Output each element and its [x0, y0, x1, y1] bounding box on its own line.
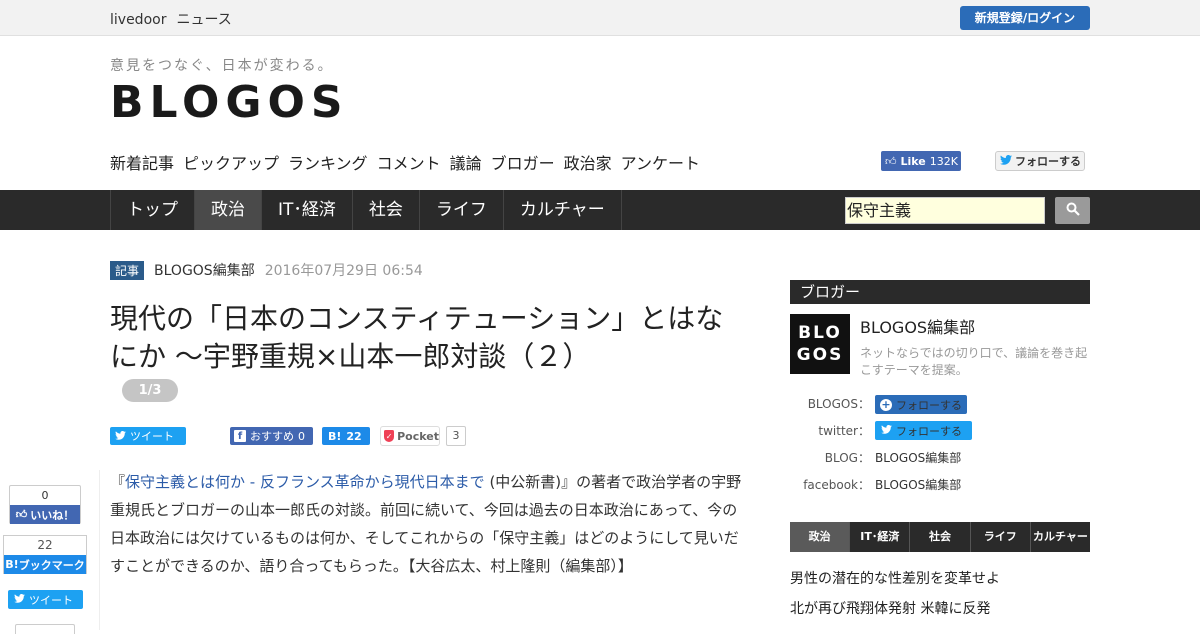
- article-meta: 記事 BLOGOS編集部 2016年07月29日 06:54: [110, 260, 423, 280]
- blog-link[interactable]: BLOGOS編集部: [875, 449, 961, 466]
- blogger-name[interactable]: BLOGOS編集部: [860, 314, 975, 338]
- floating-fb-like-button[interactable]: 👍︎ いいね！: [10, 505, 80, 524]
- hatena-icon: B!: [5, 558, 19, 571]
- facebook-link[interactable]: BLOGOS編集部: [875, 476, 961, 493]
- facebook-key: facebook：: [803, 478, 870, 492]
- floating-fb-like-label: いいね！: [30, 508, 75, 522]
- pocket-button[interactable]: ✓ Pocket: [380, 426, 440, 446]
- sidebar-twitter-follow-label: フォローする: [896, 424, 962, 438]
- article-type-badge: 記事: [110, 260, 145, 280]
- blogos-follow-label: フォローする: [896, 398, 962, 412]
- hatena-bookmark-button[interactable]: B! 22: [322, 427, 370, 445]
- search-input[interactable]: 保守主義: [845, 197, 1045, 224]
- livedoor-brand[interactable]: livedoor ニュース: [110, 9, 242, 29]
- facebook-recommend-button[interactable]: f おすすめ 0: [230, 427, 313, 445]
- twitter-bird-icon: [14, 593, 25, 606]
- sidebar-tab-politics[interactable]: 政治: [790, 522, 850, 552]
- floating-hatena-bookmark[interactable]: 22 B! ブックマーク: [3, 535, 87, 574]
- sub-nav: 新着記事 ピックアップ ランキング コメント 議論 ブロガー 政治家 アンケート: [110, 150, 700, 174]
- blogos-key: BLOGOS：: [807, 397, 870, 411]
- sidebar-headline[interactable]: 北が再び飛翔体発射 米韓に反発: [790, 598, 990, 618]
- twitter-bird-icon: [881, 424, 892, 437]
- article-author[interactable]: BLOGOS編集部: [154, 260, 255, 280]
- search-button[interactable]: [1055, 197, 1090, 224]
- book-quote-open: 『: [110, 473, 126, 491]
- thumbs-up-icon: 👍︎: [885, 154, 897, 168]
- hatena-count: 22: [346, 429, 362, 443]
- sidebar-tab-life[interactable]: ライフ: [969, 522, 1030, 552]
- fb-like-label: Like: [900, 154, 926, 168]
- subnav-item-pickup[interactable]: ピックアップ: [183, 150, 279, 174]
- sidebar-blogger-heading: ブロガー: [790, 280, 1090, 304]
- blogger-description: ネットならではの切り口で、議論を巻き起こすテーマを提案。: [860, 346, 1088, 377]
- site-logo[interactable]: BLOGOS: [110, 78, 349, 128]
- livedoor-news-link[interactable]: ニュース: [176, 12, 231, 28]
- search-icon: [1066, 201, 1080, 220]
- article-title: 現代の「日本のコンスティテューション」とはなにか 〜宇野重規×山本一郎対談（２）: [110, 302, 724, 373]
- article-lead: 『保守主義とは何か - 反フランス革命から現代日本まで (中公新書)』の著者で政…: [110, 468, 752, 580]
- subnav-item-politician[interactable]: 政治家: [564, 150, 612, 174]
- page-indicator: 1/3: [122, 379, 178, 402]
- fb-like-count: 132K: [929, 154, 958, 168]
- sidebar-headline[interactable]: 男性の潜在的な性差別を変革せよ: [790, 568, 1000, 588]
- pocket-icon: ✓: [384, 430, 395, 442]
- floating-tweet-label: ツイート: [29, 593, 73, 607]
- twitter-bird-icon: [1000, 154, 1012, 168]
- subnav-item-blogger[interactable]: ブロガー: [491, 150, 555, 174]
- floating-facebook-like[interactable]: 0 👍︎ いいね！: [9, 485, 81, 524]
- book-link[interactable]: 保守主義とは何か - 反フランス革命から現代日本まで: [125, 473, 485, 491]
- fb-recommend-label: おすすめ: [250, 430, 294, 443]
- fb-recommend-count: 0: [298, 429, 305, 443]
- blogger-avatar[interactable]: BLO GOS: [790, 314, 850, 374]
- twitter-follow-label: フォローする: [1015, 155, 1081, 168]
- blog-key: BLOG：: [824, 451, 870, 465]
- nav-tab-politics[interactable]: 政治: [194, 190, 261, 230]
- subnav-item-comment[interactable]: コメント: [377, 150, 441, 174]
- twitter-key: twitter：: [818, 424, 870, 438]
- tweet-label: ツイート: [130, 430, 174, 443]
- subnav-item-new[interactable]: 新着記事: [110, 150, 174, 174]
- hatena-icon: B!: [328, 429, 342, 443]
- floating-hatena-count: 22: [37, 538, 53, 552]
- site-tagline: 意見をつなぐ、日本が変わる。: [110, 58, 334, 74]
- pocket-count: 3: [446, 426, 466, 446]
- subnav-item-survey[interactable]: アンケート: [621, 150, 700, 174]
- subnav-item-ranking[interactable]: ランキング: [288, 150, 368, 174]
- blogos-follow-button[interactable]: + フォローする: [875, 395, 967, 414]
- thumbs-up-icon: 👍︎: [15, 508, 28, 521]
- top-bar: livedoor ニュース 新規登録/ログイン: [0, 0, 1200, 36]
- tweet-button[interactable]: ツイート: [110, 427, 186, 445]
- blogger-avatar-line2: GOS: [796, 345, 844, 365]
- nav-tab-culture[interactable]: カルチャー: [502, 190, 622, 230]
- nav-tab-life[interactable]: ライフ: [418, 190, 503, 230]
- nav-tab-top[interactable]: トップ: [110, 190, 194, 230]
- nav-tab-it-economy[interactable]: IT･経済: [261, 190, 352, 230]
- facebook-icon: f: [234, 430, 246, 442]
- floating-share-more[interactable]: [15, 624, 75, 634]
- floating-fb-count: 0: [41, 489, 49, 502]
- sidebar-tab-culture[interactable]: カルチャー: [1029, 522, 1090, 552]
- sidebar-tab-society[interactable]: 社会: [909, 522, 969, 552]
- facebook-like-button[interactable]: 👍︎ Like 132K: [881, 151, 961, 171]
- nav-tab-society[interactable]: 社会: [351, 190, 419, 230]
- livedoor-logo[interactable]: livedoor: [110, 12, 166, 28]
- sidebar-tab-it-economy[interactable]: IT･経済: [849, 522, 909, 552]
- article-date: 2016年07月29日 06:54: [264, 263, 423, 279]
- sidebar-category-tabs: 政治 IT･経済 社会 ライフ カルチャー: [790, 522, 1090, 552]
- login-button[interactable]: 新規登録/ログイン: [960, 6, 1090, 30]
- blogger-avatar-line1: BLO: [798, 323, 842, 343]
- plus-icon: +: [880, 397, 892, 411]
- pocket-label: Pocket: [397, 429, 439, 443]
- subnav-item-debate[interactable]: 議論: [450, 150, 482, 174]
- sidebar-twitter-follow-button[interactable]: フォローする: [875, 421, 972, 440]
- floating-tweet-button[interactable]: ツイート: [8, 590, 83, 609]
- floating-hatena-button[interactable]: B! ブックマーク: [4, 555, 86, 574]
- twitter-follow-button[interactable]: フォローする: [995, 151, 1085, 171]
- twitter-bird-icon: [115, 430, 126, 443]
- floating-hatena-label: ブックマーク: [18, 558, 85, 572]
